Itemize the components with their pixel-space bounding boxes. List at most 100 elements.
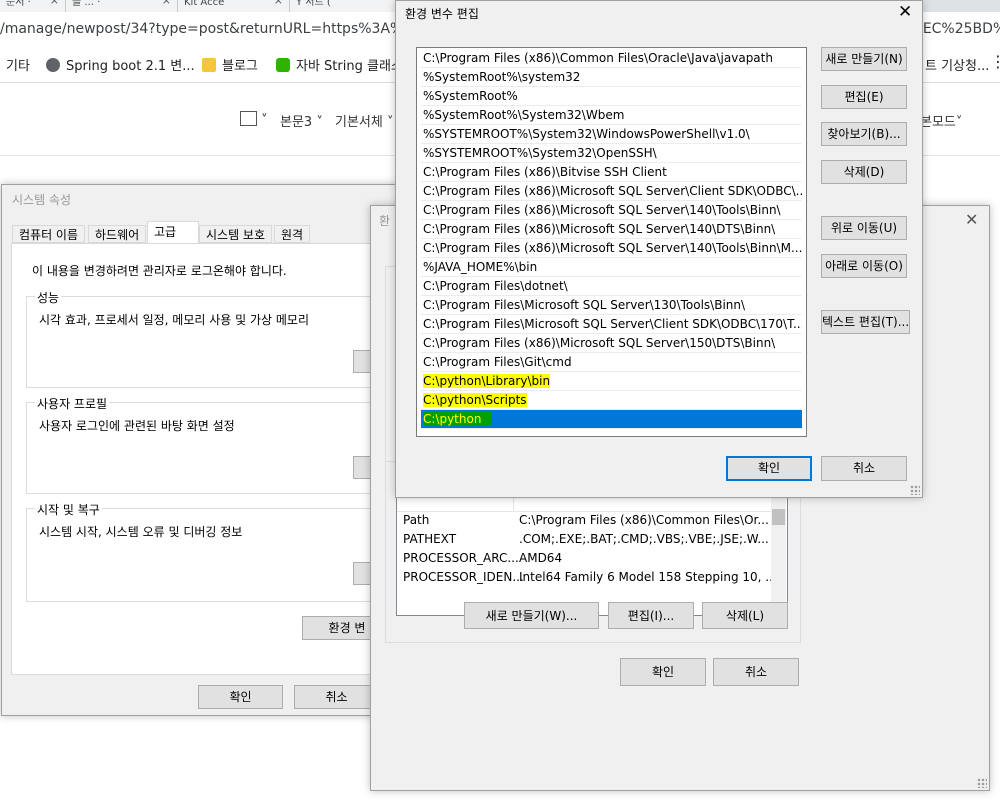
user-profile-group: 사용자 프로필 사용자 로그인에 관련된 바탕 화면 설정: [26, 395, 413, 494]
path-entries-list[interactable]: C:\Program Files (x86)\Common Files\Orac…: [416, 47, 807, 437]
tab-label: 문서 ·: [6, 0, 31, 8]
variable-name: PATHEXT: [403, 532, 457, 546]
selected-text: C:\python: [423, 412, 492, 426]
browser-tab[interactable]: 문서 · ×: [0, 0, 66, 12]
browse-button[interactable]: 찾아보기(B)...: [821, 122, 907, 146]
delete-entry-button[interactable]: 삭제(D): [821, 160, 907, 184]
mode-label: 본모드: [920, 115, 956, 130]
close-icon[interactable]: ×: [274, 0, 283, 6]
list-item[interactable]: C:\Program Files (x86)\Microsoft SQL Ser…: [421, 182, 802, 201]
list-item[interactable]: C:\Program Files (x86)\Microsoft SQL Ser…: [421, 239, 802, 258]
cancel-button[interactable]: 취소: [713, 658, 799, 686]
variable-value: C:\Program Files (x86)\Common Files\Or..…: [519, 513, 769, 527]
close-icon[interactable]: ×: [50, 0, 59, 6]
edit-text-button[interactable]: 텍스트 편집(T)...: [821, 310, 910, 334]
variable-value: Intel64 Family 6 Model 158 Stepping 10, …: [519, 570, 777, 584]
browser-tab[interactable]: Kit Acce ×: [178, 0, 290, 12]
paragraph-style-dropdown[interactable]: 본문3 ˅: [280, 111, 323, 130]
move-up-button[interactable]: 위로 이동(U): [821, 216, 907, 240]
list-item[interactable]: %SystemRoot%: [421, 87, 802, 106]
group-description: 사용자 로그인에 관련된 바탕 화면 설정: [39, 419, 235, 433]
ok-button[interactable]: 확인: [620, 658, 706, 686]
startup-recovery-group: 시작 및 복구 시스템 시작, 시스템 오류 및 디버깅 정보: [26, 501, 413, 602]
resize-grip-icon[interactable]: [977, 778, 987, 788]
url-text[interactable]: /manage/newpost/34?type=post&returnURL=h…: [0, 21, 434, 37]
group-label: 사용자 프로필: [35, 395, 110, 412]
bookmark-blog[interactable]: 블로그: [202, 55, 258, 74]
new-entry-button[interactable]: 새로 만들기(N): [821, 47, 907, 71]
list-item[interactable]: C:\Program Files (x86)\Microsoft SQL Ser…: [421, 334, 802, 353]
resize-grip-icon[interactable]: [910, 485, 920, 495]
delete-system-variable-button[interactable]: 삭제(L): [702, 602, 788, 629]
close-icon[interactable]: ✕: [898, 2, 912, 22]
list-item[interactable]: C:\Program Files (x86)\Common Files\Orac…: [421, 49, 802, 68]
move-down-button[interactable]: 아래로 이동(O): [821, 254, 907, 278]
group-description: 시각 효과, 프로세서 일정, 메모리 사용 및 가상 메모리: [39, 313, 309, 327]
list-item-selected[interactable]: C:\python: [421, 410, 802, 429]
image-insert-button[interactable]: ˅: [240, 111, 268, 128]
paragraph-style-label: 본문3: [280, 115, 313, 130]
highlighted-text: C:\python\Library\bin: [423, 374, 551, 388]
tab-hardware[interactable]: 하드웨어: [88, 225, 147, 243]
group-description: 시스템 시작, 시스템 오류 및 디버깅 정보: [39, 525, 243, 539]
advanced-tab-panel: 이 내용을 변경하려면 관리자로 로그온해야 합니다. 성능 시각 효과, 프로…: [11, 243, 413, 675]
new-system-variable-button[interactable]: 새로 만들기(W)...: [464, 602, 599, 629]
bookmark-folder-other[interactable]: 기타: [6, 55, 30, 74]
bookmark-spring-boot[interactable]: Spring boot 2.1 변...: [46, 55, 195, 74]
vertical-scrollbar[interactable]: [771, 493, 786, 613]
variable-name: Path: [403, 513, 430, 527]
highlighted-text: C:\python\Scripts: [423, 393, 527, 407]
variable-value: .COM;.EXE;.BAT;.CMD;.VBS;.VBE;.JSE;.W...: [519, 532, 769, 546]
bookmark-label: Spring boot 2.1 변...: [66, 59, 195, 74]
bookmark-label: 블로그: [222, 59, 258, 74]
tab-remote[interactable]: 원격: [274, 225, 311, 243]
browser-tab[interactable]: 블 ... · ×: [66, 0, 178, 12]
list-item[interactable]: C:\Program Files\Microsoft SQL Server\13…: [421, 296, 802, 315]
more-icon[interactable]: ⋮: [990, 52, 1000, 71]
window-title: 시스템 속성: [12, 193, 72, 207]
scrollbar-thumb[interactable]: [772, 509, 785, 525]
tab-label: Y 서트 (: [296, 0, 331, 8]
list-item[interactable]: %SYSTEMROOT%\System32\OpenSSH\: [421, 144, 802, 163]
folder-icon: [202, 58, 216, 72]
list-item[interactable]: %SYSTEMROOT%\System32\WindowsPowerShell\…: [421, 125, 802, 144]
list-item[interactable]: C:\Program Files (x86)\Bitvise SSH Clien…: [421, 163, 802, 182]
list-item[interactable]: C:\Program Files\Git\cmd: [421, 353, 802, 372]
tab-advanced[interactable]: 고급: [147, 221, 199, 244]
tab-label: Kit Acce: [184, 0, 225, 8]
image-icon: [240, 111, 257, 126]
list-item[interactable]: C:\Program Files\Microsoft SQL Server\Cl…: [421, 315, 802, 334]
list-item-highlighted[interactable]: C:\python\Library\bin: [421, 372, 802, 391]
chat-icon: [276, 58, 290, 72]
bookmark-weather[interactable]: 트 기상청...: [925, 55, 989, 74]
cancel-button[interactable]: 취소: [821, 456, 907, 481]
list-item[interactable]: %SystemRoot%\System32\Wbem: [421, 106, 802, 125]
cancel-button[interactable]: 취소: [294, 685, 379, 709]
ok-button[interactable]: 확인: [726, 456, 812, 481]
font-label: 기본서체: [335, 115, 383, 130]
ok-button[interactable]: 확인: [198, 685, 283, 709]
list-item-highlighted[interactable]: C:\python\Scripts: [421, 391, 802, 410]
variable-value: AMD64: [519, 551, 563, 565]
close-icon[interactable]: ✕: [965, 210, 978, 229]
edit-system-variable-button[interactable]: 편집(I)...: [608, 602, 694, 629]
list-item[interactable]: C:\Program Files (x86)\Microsoft SQL Ser…: [421, 220, 802, 239]
bookmark-label: 자바 String 클래스: [296, 59, 403, 74]
system-variables-table[interactable]: Path C:\Program Files (x86)\Common Files…: [396, 492, 788, 616]
list-item[interactable]: C:\Program Files (x86)\Microsoft SQL Ser…: [421, 201, 802, 220]
font-dropdown[interactable]: 기본서체 ˅: [335, 111, 393, 130]
list-item[interactable]: %SystemRoot%\system32: [421, 68, 802, 87]
close-icon[interactable]: ×: [162, 0, 171, 6]
globe-icon: [46, 58, 60, 72]
list-item[interactable]: C:\Program Files\dotnet\: [421, 277, 802, 296]
edit-entry-button[interactable]: 편집(E): [821, 85, 907, 109]
bookmark-java-string[interactable]: 자바 String 클래스: [276, 55, 403, 74]
tab-computer-name[interactable]: 컴퓨터 이름: [12, 225, 86, 243]
list-item[interactable]: %JAVA_HOME%\bin: [421, 258, 802, 277]
group-label: 시작 및 복구: [35, 501, 102, 518]
variable-name: PROCESSOR_ARC...: [403, 551, 519, 565]
tab-system-protection[interactable]: 시스템 보호: [199, 225, 273, 243]
browser-tab[interactable]: Y 서트 (: [290, 0, 400, 12]
mode-dropdown[interactable]: 본모드˅: [920, 111, 962, 130]
variable-name: PROCESSOR_IDEN...: [403, 570, 524, 584]
